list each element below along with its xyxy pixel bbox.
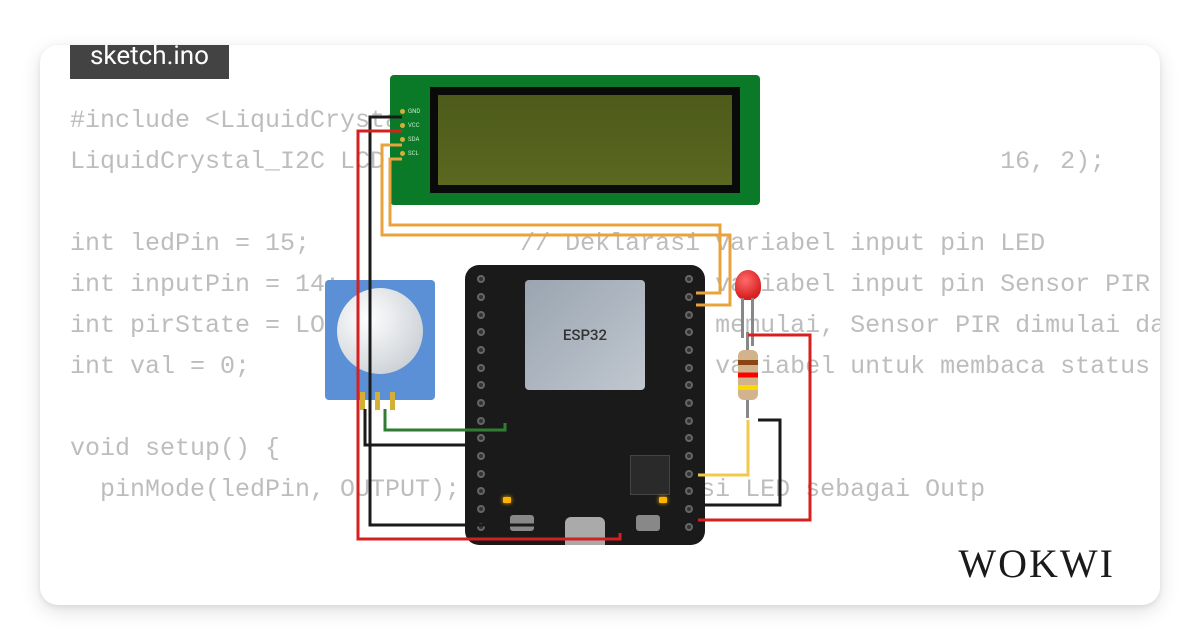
pir-sensor[interactable] [325,280,435,400]
led-anode-icon [751,298,754,346]
esp32-pins-right [685,273,693,533]
esp32-led-icon [659,497,667,503]
project-card: sketch.ino #include <LiquidCrystal_ Liqu… [40,45,1160,605]
esp32-chip-shield: ESP32 [525,280,645,390]
esp32-usb-port-icon [565,517,605,545]
pir-pins [360,392,395,410]
pir-dome-icon [337,288,423,374]
lcd-1602-i2c[interactable]: GND VCC SDA SCL [390,75,760,205]
esp32-button-en[interactable] [510,515,534,531]
resistor-lead-icon [746,332,749,350]
file-tab[interactable]: sketch.ino [70,45,229,79]
resistor-lead-icon [746,400,749,418]
led-cathode-icon [741,298,744,338]
esp32-led-icon [503,497,511,503]
lcd-screen [430,87,740,193]
red-led[interactable] [735,270,761,300]
lcd-pin-labels: GND VCC SDA SCL [400,105,420,161]
esp32-pins-left [477,273,485,533]
esp32-aux-chip-icon [630,455,670,495]
wokwi-logo: WOKWI [958,540,1115,587]
esp32-board[interactable]: ESP32 [465,265,705,545]
esp32-button-boot[interactable] [636,515,660,531]
resistor[interactable] [738,350,758,400]
circuit-canvas[interactable]: GND VCC SDA SCL ESP32 [310,75,950,555]
